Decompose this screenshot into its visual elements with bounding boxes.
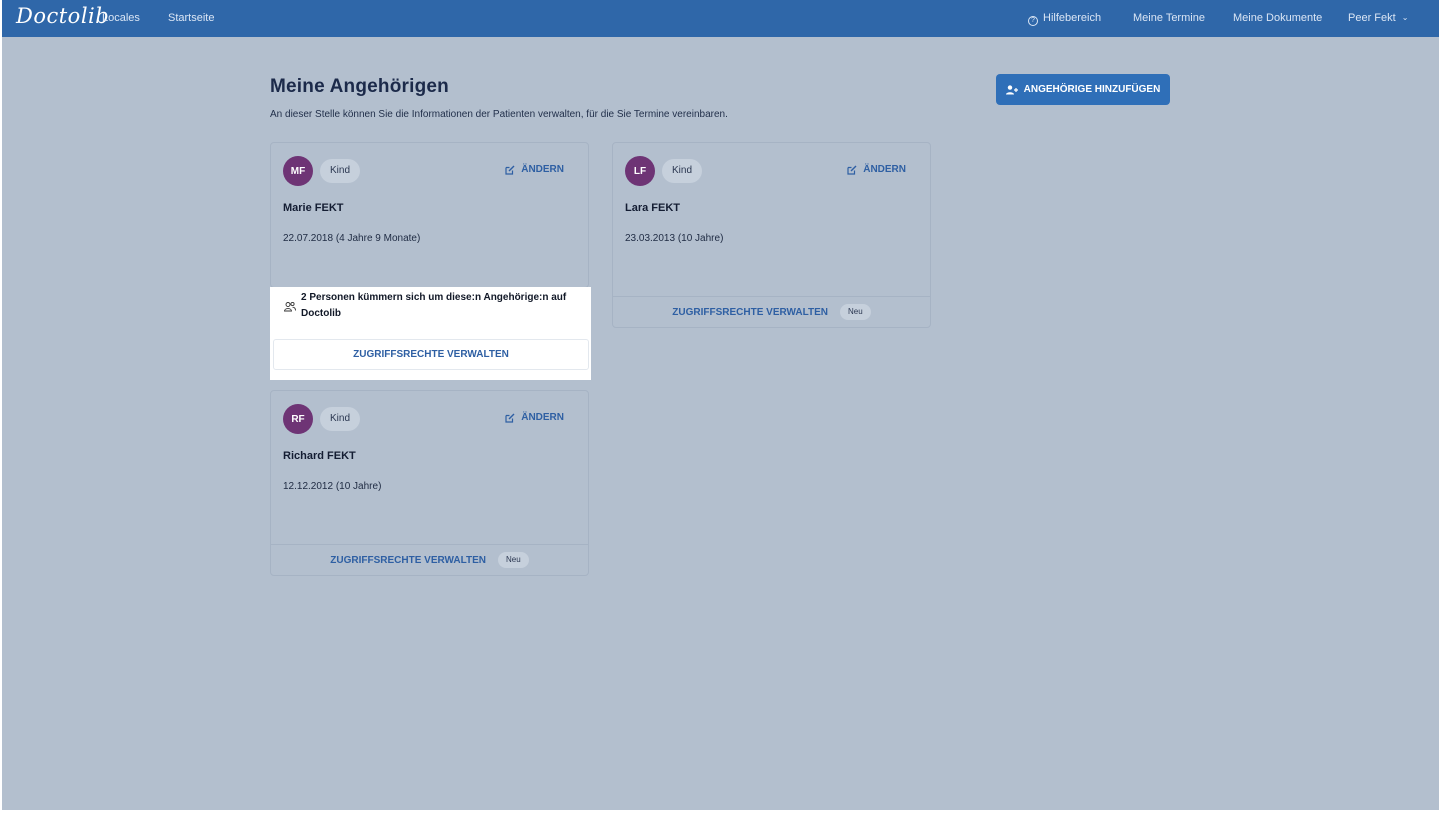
nav-link-help[interactable]: ? Hilfebereich xyxy=(1028,12,1101,26)
add-person-icon xyxy=(1005,84,1018,94)
top-navigation-bar: Doctolib Locales Startseite ? Hilfebereic… xyxy=(2,0,1439,37)
add-relative-label: ANGEHÖRIGE HINZUFÜGEN xyxy=(1023,84,1161,95)
nav-link-appointments[interactable]: Meine Termine xyxy=(1133,12,1205,24)
relation-tag: Kind xyxy=(320,407,361,431)
page-title: Meine Angehörigen xyxy=(270,76,449,97)
caregivers-info-panel: 2 Personen kümmern sich um diese:n Angeh… xyxy=(270,287,591,380)
edit-icon xyxy=(505,165,515,175)
manage-access-button[interactable]: ZUGRIFFSRECHTE VERWALTEN xyxy=(273,339,589,370)
nav-link-locales[interactable]: Locales xyxy=(102,12,140,24)
avatar: LF xyxy=(625,156,655,186)
relation-tag: Kind xyxy=(320,159,361,183)
help-label: Hilfebereich xyxy=(1043,12,1102,24)
relation-tag: Kind xyxy=(662,159,703,183)
edit-label: ÄNDERN xyxy=(521,164,564,175)
edit-label: ÄNDERN xyxy=(863,164,906,175)
nav-link-documents[interactable]: Meine Dokumente xyxy=(1233,12,1322,24)
relative-birthdate: 12.12.2012 (10 Jahre) xyxy=(283,481,382,492)
question-circle-icon: ? xyxy=(1028,16,1038,26)
relative-name: Marie FEKT xyxy=(283,202,344,214)
manage-access-button[interactable]: ZUGRIFFSRECHTE VERWALTEN Neu xyxy=(271,544,588,575)
relative-birthdate: 22.07.2018 (4 Jahre 9 Monate) xyxy=(283,233,421,244)
caregivers-count-text: 2 Personen kümmern sich um diese:n Angeh… xyxy=(301,292,567,319)
manage-access-label: ZUGRIFFSRECHTE VERWALTEN xyxy=(330,554,487,566)
edit-button[interactable]: ÄNDERN xyxy=(505,412,564,423)
doctolib-logo[interactable]: Doctolib xyxy=(16,4,109,28)
edit-button[interactable]: ÄNDERN xyxy=(505,164,564,175)
relative-card-marie: MF Kind ÄNDERN Marie FEKT 22.07.2018 (4 … xyxy=(270,142,589,288)
people-icon xyxy=(284,301,296,312)
relative-birthdate: 23.03.2013 (10 Jahre) xyxy=(625,233,724,244)
edit-button[interactable]: ÄNDERN xyxy=(847,164,906,175)
edit-icon xyxy=(505,413,515,423)
user-name: Peer Fekt xyxy=(1348,12,1396,24)
edit-label: ÄNDERN xyxy=(521,412,564,423)
add-relative-button[interactable]: ANGEHÖRIGE HINZUFÜGEN xyxy=(996,74,1170,105)
new-badge: Neu xyxy=(498,552,529,568)
nav-link-startseite[interactable]: Startseite xyxy=(168,12,214,24)
edit-icon xyxy=(847,165,857,175)
avatar: RF xyxy=(283,404,313,434)
manage-access-label: ZUGRIFFSRECHTE VERWALTEN xyxy=(672,306,829,318)
relative-name: Lara FEKT xyxy=(625,202,681,214)
relative-name: Richard FEKT xyxy=(283,450,356,462)
page-subtitle: An dieser Stelle können Sie die Informat… xyxy=(270,109,728,120)
avatar: MF xyxy=(283,156,313,186)
user-menu[interactable]: Peer Fekt ⌄ xyxy=(1348,12,1408,24)
chevron-down-icon: ⌄ xyxy=(1401,13,1409,22)
relative-card-lara: LF Kind ÄNDERN Lara FEKT 23.03.2013 (10 … xyxy=(612,142,931,328)
new-badge: Neu xyxy=(840,304,871,320)
app-frame: Doctolib Locales Startseite ? Hilfebereic… xyxy=(2,0,1439,810)
manage-access-button[interactable]: ZUGRIFFSRECHTE VERWALTEN Neu xyxy=(613,296,930,327)
relative-card-richard: RF Kind ÄNDERN Richard FEKT 12.12.2012 (… xyxy=(270,390,589,576)
